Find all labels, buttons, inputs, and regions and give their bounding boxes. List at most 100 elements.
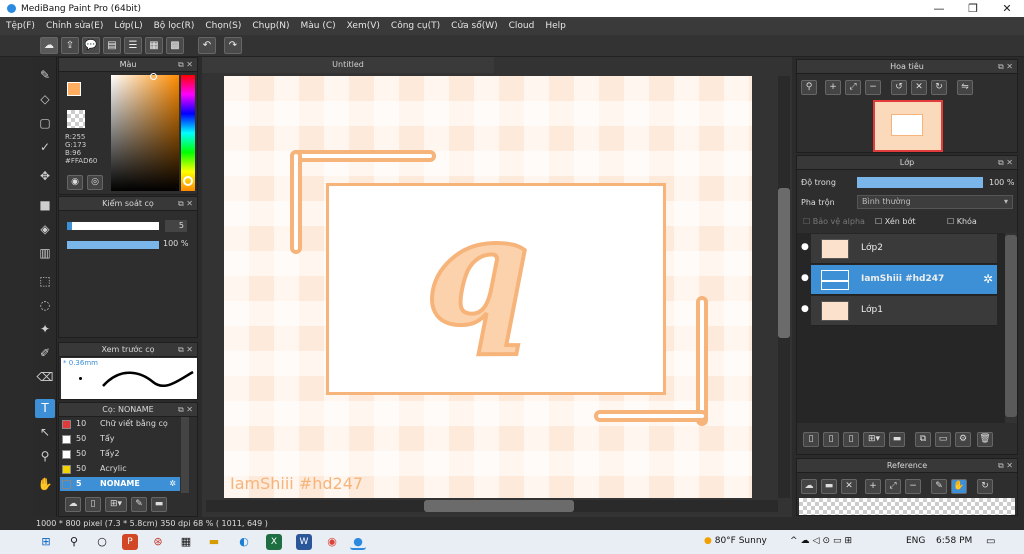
palette-settings-icon[interactable]: ◎ [87, 175, 103, 190]
hue-slider[interactable] [181, 75, 195, 191]
brush-size-slider[interactable] [67, 222, 159, 230]
close-button[interactable]: ✕ [990, 2, 1024, 15]
zoom-in-icon[interactable]: + [825, 80, 841, 95]
task-view-icon[interactable]: ○ [94, 534, 110, 550]
drawing-canvas[interactable]: q IamShiii #hd247 [224, 76, 752, 498]
canvas-vscroll-thumb[interactable] [778, 188, 790, 338]
menu-color[interactable]: Màu (C) [301, 21, 336, 31]
cloud-brush-icon[interactable]: ☁ [65, 497, 81, 512]
text-tool-icon[interactable]: T [35, 399, 55, 418]
select-pen-tool-icon[interactable]: ✐ [35, 344, 55, 363]
layer-settings-icon[interactable]: ✲ [983, 272, 993, 286]
new-layer-2-icon[interactable]: ▯ [823, 432, 839, 447]
layer-row[interactable]: Lớp2 [811, 234, 997, 264]
upload-icon[interactable]: ⇪ [61, 37, 79, 54]
ref-fit-icon[interactable]: ⤢ [885, 479, 901, 494]
menu-view[interactable]: Xem(V) [347, 21, 380, 31]
weather-widget[interactable]: ● 80°F Sunny [704, 536, 767, 546]
menu-filter[interactable]: Bộ lọc(R) [154, 21, 195, 31]
brush-item[interactable]: 10 Chữ viết bằng cọ [60, 417, 180, 431]
ref-cloud-icon[interactable]: ☁ [801, 479, 817, 494]
brush-settings-icon[interactable]: ✲ [169, 477, 176, 491]
brush-item[interactable]: 50 Acrylic [60, 462, 180, 476]
app-red-icon[interactable]: ⊛ [150, 534, 166, 550]
redo-icon[interactable]: ↷ [224, 37, 242, 54]
maximize-button[interactable]: ❐ [956, 2, 990, 15]
hue-slider-handle[interactable] [183, 176, 193, 186]
ref-zoom-out-icon[interactable]: − [905, 479, 921, 494]
brush-tool-icon[interactable]: ✎ [35, 66, 55, 85]
clock[interactable]: 6:58 PM [936, 536, 972, 546]
brush-size-value[interactable]: 5 [165, 220, 187, 232]
select-eraser-tool-icon[interactable]: ⌫ [35, 368, 55, 387]
canvas-hscroll[interactable] [206, 500, 778, 512]
edge-icon[interactable]: ◐ [236, 534, 252, 550]
saturation-value-picker[interactable] [111, 75, 179, 191]
minimize-button[interactable]: — [922, 2, 956, 15]
delete-layer-icon[interactable]: 🗑 [977, 432, 993, 447]
operation-tool-icon[interactable]: ↖ [35, 423, 55, 442]
menu-edit[interactable]: Chỉnh sửa(E) [46, 21, 103, 31]
canvas-hscroll-thumb[interactable] [424, 500, 574, 512]
word-icon[interactable]: W [296, 534, 312, 550]
layer-opacity-slider[interactable] [857, 177, 983, 188]
layer-options-icon[interactable]: ⚙ [955, 432, 971, 447]
reference-canvas[interactable] [799, 498, 1015, 515]
menu-cloud[interactable]: Cloud [509, 21, 535, 31]
new-layer-icon[interactable]: ▯ [803, 432, 819, 447]
fit-icon[interactable]: ⤢ [845, 80, 861, 95]
panel-icon[interactable]: ▤ [103, 37, 121, 54]
menu-window[interactable]: Cửa sổ(W) [451, 21, 497, 31]
ref-rotate-icon[interactable]: ↻ [977, 479, 993, 494]
list-icon[interactable]: ☰ [124, 37, 142, 54]
rotate-left-icon[interactable]: ↺ [891, 80, 907, 95]
hand-tool-icon[interactable]: ✋ [35, 475, 55, 494]
eraser-tool-icon[interactable]: ◇ [35, 90, 55, 109]
chrome-icon[interactable]: ◉ [324, 534, 340, 550]
layer-folder-icon[interactable]: ▬ [889, 432, 905, 447]
comment-icon[interactable]: 💬 [82, 37, 100, 54]
add-layer-icon[interactable]: ⊞▾ [863, 432, 885, 447]
eyedropper-tool-icon[interactable]: ⚲ [35, 447, 55, 466]
layer-visibility-icon[interactable]: ● [801, 304, 809, 314]
menu-select[interactable]: Chọn(S) [205, 21, 241, 31]
magic-wand-tool-icon[interactable]: ✦ [35, 320, 55, 339]
select-tool-icon[interactable]: ⬚ [35, 272, 55, 291]
ref-eyedropper-icon[interactable]: ✎ [931, 479, 947, 494]
new-layer-3-icon[interactable]: ▯ [843, 432, 859, 447]
gradient-tool-icon[interactable]: ▥ [35, 244, 55, 263]
rotate-right-icon[interactable]: ↻ [931, 80, 947, 95]
lock-checkbox[interactable]: ☐ Khóa [947, 217, 977, 226]
lasso-tool-icon[interactable]: ◌ [35, 296, 55, 315]
ref-zoom-in-icon[interactable]: + [865, 479, 881, 494]
merge-layer-icon[interactable]: ▭ [935, 432, 951, 447]
blend-mode-select[interactable]: Bình thường ▾ [857, 195, 1013, 209]
layer-visibility-icon[interactable]: ● [801, 273, 809, 283]
reset-rotate-icon[interactable]: ✕ [911, 80, 927, 95]
calculator-icon[interactable]: ▦ [178, 534, 194, 550]
file-explorer-icon[interactable]: ▬ [206, 534, 222, 550]
brush-opacity-slider[interactable] [67, 241, 159, 249]
color-picker-cursor[interactable] [150, 73, 157, 80]
menu-snap[interactable]: Chụp(N) [252, 21, 289, 31]
brush-item-selected[interactable]: 5 NONAME ✲ [60, 477, 180, 491]
zoom-icon[interactable]: ⚲ [801, 80, 817, 95]
flip-icon[interactable]: ⇋ [957, 80, 973, 95]
menu-help[interactable]: Help [545, 21, 566, 31]
clipping-checkbox[interactable]: ☐ Xén bớt [875, 217, 915, 226]
layer-scrollbar[interactable] [1005, 233, 1017, 423]
foreground-color-swatch[interactable] [67, 82, 81, 96]
brush-item[interactable]: 50 Tẩy2 [60, 447, 180, 461]
search-icon[interactable]: ⚲ [66, 534, 82, 550]
fill-rect-tool-icon[interactable]: ■ [35, 196, 55, 215]
edit-brush-icon[interactable]: ✎ [131, 497, 147, 512]
medibang-taskbar-icon[interactable]: ● [350, 534, 366, 550]
windows-start-icon[interactable]: ⊞ [38, 534, 54, 550]
tiles-icon[interactable]: ▩ [166, 37, 184, 54]
notification-icon[interactable]: ▭ [986, 536, 995, 547]
layer-visibility-icon[interactable]: ● [801, 242, 809, 252]
duplicate-layer-icon[interactable]: ⧉ [915, 432, 931, 447]
folder-icon[interactable]: ▬ [151, 497, 167, 512]
grid-icon[interactable]: ▦ [145, 37, 163, 54]
brush-list-scrollbar[interactable] [181, 417, 189, 493]
